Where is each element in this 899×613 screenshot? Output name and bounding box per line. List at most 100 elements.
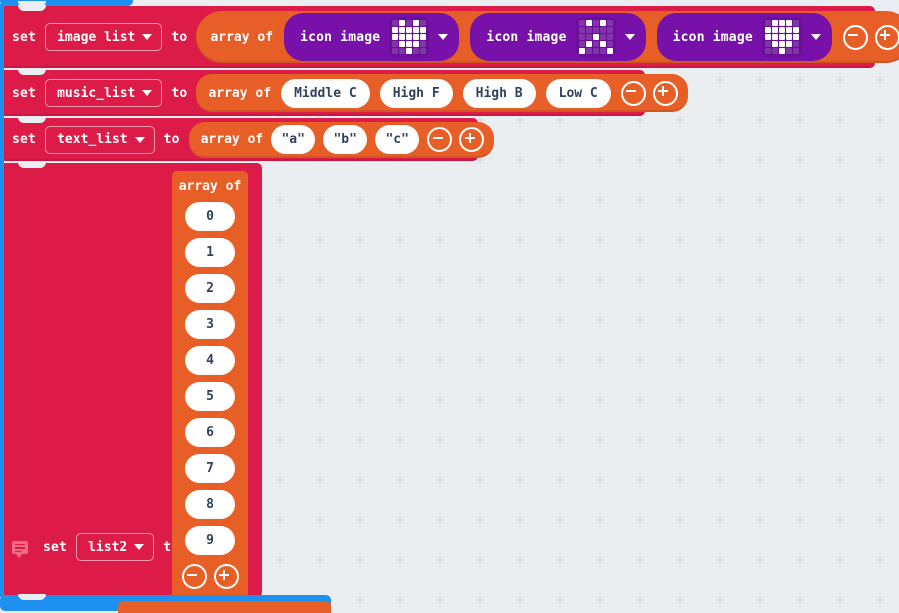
chevron-down-icon[interactable] <box>810 34 821 40</box>
led-pixel <box>399 41 406 47</box>
add-item-button[interactable] <box>459 127 485 152</box>
led-pixel <box>785 27 792 33</box>
remove-item-button[interactable] <box>427 127 453 152</box>
led-matrix-heart <box>392 20 427 54</box>
remove-item-button[interactable] <box>181 564 207 589</box>
led-pixel <box>785 20 792 26</box>
led-pixel <box>420 41 427 47</box>
icon-image-block-2[interactable]: icon image <box>470 13 646 61</box>
led-pixel <box>778 27 785 33</box>
remove-item-button[interactable] <box>842 24 868 50</box>
icon-image-block-1[interactable]: icon image <box>284 13 460 61</box>
led-pixel <box>413 20 420 26</box>
array-of-block-numbers-vertical[interactable]: array of 0 1 2 3 4 5 6 7 8 9 <box>172 171 248 603</box>
array-of-label: array of <box>208 85 272 101</box>
led-pixel <box>599 48 606 54</box>
led-pixel <box>420 20 427 26</box>
array-of-block-notes[interactable]: array of Middle C High F High B Low C <box>196 74 688 112</box>
led-matrix-diamond <box>764 20 799 54</box>
add-item-button[interactable] <box>874 24 899 50</box>
led-pixel <box>785 34 792 40</box>
led-pixel <box>406 27 413 33</box>
orange-reporter-partial[interactable] <box>118 601 331 613</box>
icon-image-label: icon image <box>672 29 753 45</box>
comment-icon[interactable] <box>12 540 28 558</box>
led-pixel <box>764 41 771 47</box>
led-pixel <box>413 27 420 33</box>
led-matrix-field-confused[interactable] <box>575 17 616 57</box>
number-chip-3[interactable]: 3 <box>185 310 235 339</box>
block-set-music-list[interactable]: set music_list to array of Middle C High… <box>0 69 688 116</box>
note-chip-high-b[interactable]: High B <box>462 78 536 108</box>
block-set-text-list[interactable]: set text_list to array of "a" "b" "c" <box>0 117 495 161</box>
led-pixel <box>606 48 613 54</box>
chevron-down-icon[interactable] <box>624 34 635 40</box>
led-pixel <box>792 48 799 54</box>
array-of-block-images[interactable]: array of icon image icon image icon imag… <box>196 11 899 63</box>
block-set-image-list[interactable]: set image list to array of icon image ic… <box>0 5 899 68</box>
led-pixel <box>764 27 771 33</box>
variable-dropdown-list2[interactable]: list2 <box>76 533 155 561</box>
led-pixel <box>792 27 799 33</box>
led-pixel <box>771 20 778 26</box>
led-pixel <box>764 34 771 40</box>
block-notch <box>18 162 46 168</box>
number-chip-2[interactable]: 2 <box>185 274 235 303</box>
add-item-button[interactable] <box>652 80 678 106</box>
led-pixel <box>599 41 606 47</box>
led-pixel <box>592 41 599 47</box>
block-set-list2[interactable]: set list2 to array of 0 1 2 3 4 5 6 7 8 … <box>0 162 262 603</box>
text-chip-c[interactable]: "c" <box>375 125 420 154</box>
number-chip-0[interactable]: 0 <box>185 202 235 231</box>
led-pixel <box>606 20 613 26</box>
array-of-label: array of <box>210 29 274 45</box>
led-matrix-field-heart[interactable] <box>389 17 430 57</box>
number-chip-4[interactable]: 4 <box>185 346 235 375</box>
number-chip-7[interactable]: 7 <box>185 454 235 483</box>
led-pixel <box>392 20 399 26</box>
chevron-down-icon <box>142 34 153 40</box>
to-keyword: to <box>163 132 180 147</box>
number-chip-8[interactable]: 8 <box>185 490 235 519</box>
array-size-controls <box>181 564 239 589</box>
led-pixel <box>792 20 799 26</box>
led-pixel <box>771 34 778 40</box>
led-pixel <box>599 27 606 33</box>
note-chip-low-c[interactable]: Low C <box>545 78 611 108</box>
variable-dropdown-text-list[interactable]: text_list <box>45 125 155 154</box>
led-pixel <box>585 34 592 40</box>
led-pixel <box>392 27 399 33</box>
variable-name: text_list <box>57 132 128 147</box>
chevron-down-icon[interactable] <box>438 34 449 40</box>
led-pixel <box>771 41 778 47</box>
number-chip-9[interactable]: 9 <box>185 526 235 555</box>
array-of-label: array of <box>178 179 242 194</box>
to-keyword: to <box>171 29 188 45</box>
icon-image-label: icon image <box>486 29 567 45</box>
led-pixel <box>792 41 799 47</box>
text-chip-b[interactable]: "b" <box>323 125 368 154</box>
set-keyword: set <box>12 29 37 45</box>
number-chip-5[interactable]: 5 <box>185 382 235 411</box>
number-chip-1[interactable]: 1 <box>185 238 235 267</box>
led-pixel <box>606 41 613 47</box>
to-keyword: to <box>171 85 188 101</box>
chevron-down-icon <box>134 544 145 550</box>
note-chip-middle-c[interactable]: Middle C <box>281 78 370 108</box>
remove-item-button[interactable] <box>620 80 646 106</box>
blue-block-bottom-partial[interactable] <box>0 594 331 613</box>
led-pixel <box>771 27 778 33</box>
number-chip-6[interactable]: 6 <box>185 418 235 447</box>
note-chip-high-f[interactable]: High F <box>379 78 453 108</box>
led-pixel <box>778 48 785 54</box>
chevron-down-icon <box>142 90 153 96</box>
variable-dropdown-image-list[interactable]: image list <box>45 23 163 51</box>
array-of-block-text[interactable]: array of "a" "b" "c" <box>188 121 495 158</box>
add-item-button[interactable] <box>213 564 239 589</box>
led-pixel <box>592 20 599 26</box>
led-pixel <box>599 34 606 40</box>
icon-image-block-3[interactable]: icon image <box>656 13 832 61</box>
text-chip-a[interactable]: "a" <box>271 125 316 154</box>
led-matrix-field-diamond[interactable] <box>761 17 802 57</box>
variable-dropdown-music-list[interactable]: music_list <box>45 79 163 107</box>
